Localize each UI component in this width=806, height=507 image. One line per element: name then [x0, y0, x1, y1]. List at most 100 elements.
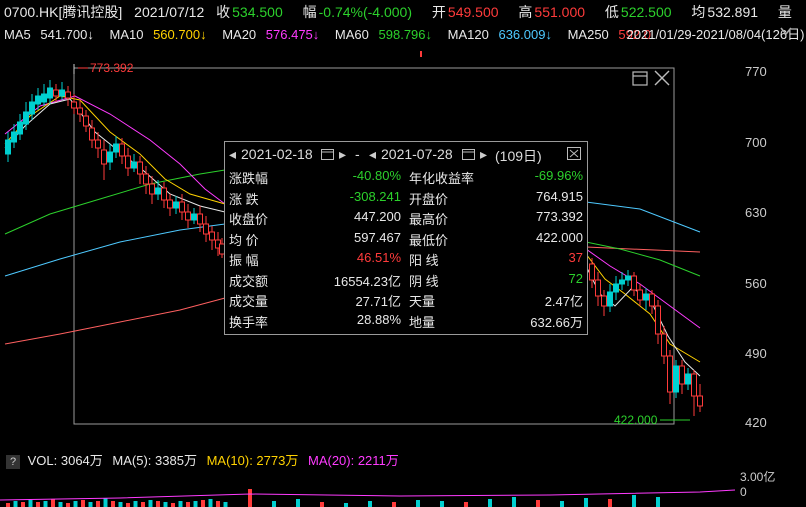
close-icon[interactable]: [567, 147, 581, 163]
candle-body: [691, 373, 697, 397]
stat-value: 46.51%: [356, 250, 401, 265]
stat-value: 28.88%: [356, 311, 401, 327]
candle-body: [143, 173, 149, 185]
volume-bar: [320, 502, 324, 507]
vol-ma20: MA(20): 2211万: [307, 453, 399, 468]
volume-bar: [118, 502, 123, 507]
candle-body: [643, 293, 649, 301]
next-start-icon[interactable]: ▸: [339, 146, 346, 163]
candle-body: [649, 293, 655, 307]
candle-body: [607, 291, 613, 307]
candle-body: [197, 213, 203, 225]
vol-value: VOL: 3064万: [27, 453, 103, 468]
stat-label: 最高价: [409, 212, 449, 227]
volume-bar: [186, 502, 190, 507]
volume-bar: [272, 501, 276, 507]
candle-body: [125, 155, 131, 169]
end-date[interactable]: 2021-07-28: [381, 146, 453, 162]
maximize-icon[interactable]: [632, 71, 648, 86]
volume-bar: [440, 501, 444, 507]
avg-label: 均 532.891: [691, 4, 759, 20]
candle-body: [661, 333, 667, 357]
volume-bar: [171, 503, 175, 507]
ma60-line-right: [585, 241, 701, 277]
candle-body: [601, 295, 607, 307]
change-label: 幅 -0.74%(-4.000): [302, 4, 413, 20]
candle-body: [101, 149, 107, 165]
stat-label: 成交额: [229, 273, 269, 289]
ma-legend: MA5 541.700↓ MA10 560.700↓ MA20 576.475↓…: [4, 24, 806, 42]
date-separator: -: [355, 146, 360, 162]
ma60-item: MA60 598.796↓: [334, 27, 433, 42]
help-icon[interactable]: ?: [6, 455, 20, 469]
prev-start-icon[interactable]: ◂: [229, 146, 236, 163]
candle-body: [47, 87, 53, 99]
candle-body: [53, 89, 59, 97]
candle-body: [107, 151, 113, 163]
candle-body: [29, 101, 35, 115]
candle-body: [209, 231, 215, 241]
stat-value: 422.000: [536, 229, 583, 245]
high-value: 551.000: [534, 4, 586, 20]
ma10-item: MA10 560.700↓: [109, 27, 207, 42]
prev-end-icon[interactable]: ◂: [369, 146, 376, 163]
volume-bar: [36, 502, 40, 507]
stat-value: 2.47亿: [544, 294, 583, 309]
stat-value: 447.200: [354, 209, 401, 224]
candle-body: [35, 95, 41, 105]
calendar-icon[interactable]: [462, 147, 475, 163]
candle-body: [119, 143, 125, 157]
candle-body: [191, 213, 197, 221]
candle-body: [679, 365, 685, 385]
quote-date: 2021/07/12: [134, 4, 205, 20]
vol-ma10: MA(10): 2773万: [206, 453, 299, 468]
stat-value: 773.392: [536, 209, 583, 224]
volume-bar: [96, 501, 100, 507]
ma5-value: 541.700↓: [40, 27, 94, 42]
stock-code-name[interactable]: 0700.HK[腾讯控股]: [4, 4, 122, 20]
candle-body: [673, 365, 679, 393]
min-price-marker: 422.000: [614, 413, 658, 427]
volume-bar: [148, 500, 153, 507]
change-value: -0.74%(-4.000): [318, 4, 413, 20]
max-price-marker: 773.392: [90, 61, 134, 75]
close-value: 534.500: [232, 4, 283, 20]
ma20-value: 576.475↓: [265, 27, 320, 42]
stat-value: 27.71亿: [355, 294, 401, 309]
low-label: 低 522.500: [604, 4, 672, 20]
candle-body: [637, 289, 643, 301]
stat-label: 阴 线: [409, 273, 439, 289]
volume-bar: [216, 501, 220, 507]
candle-body: [137, 161, 143, 175]
candle-body: [59, 89, 65, 97]
stat-value: -40.80%: [352, 168, 401, 183]
calendar-icon[interactable]: [321, 147, 334, 163]
candle-body: [95, 139, 101, 149]
stat-label: 成交量: [229, 294, 269, 309]
candle-body: [589, 263, 595, 281]
volume-bar: [73, 501, 78, 507]
volume-bar: [193, 501, 198, 507]
y-tick: 490: [745, 346, 767, 361]
chevron-down-icon[interactable]: [780, 24, 792, 39]
start-date[interactable]: 2021-02-18: [241, 146, 313, 162]
volume-bar: [156, 501, 160, 507]
stat-value: -69.96%: [534, 168, 583, 183]
stat-value: 597.467: [354, 229, 401, 245]
volume-bar: [88, 502, 93, 507]
ma10-value: 560.700↓: [153, 27, 207, 42]
stat-value: 72: [568, 270, 583, 286]
volume-bar: [21, 502, 25, 507]
ma120-value: 636.009↓: [498, 27, 552, 42]
ma5-item: MA5 541.700↓: [4, 27, 94, 42]
vol-axis-bottom: 0: [740, 485, 747, 499]
day-count: (109日): [495, 148, 542, 164]
avg-value: 532.891: [707, 4, 759, 20]
candle-body: [625, 275, 631, 281]
close-icon[interactable]: [654, 70, 670, 86]
next-end-icon[interactable]: ▸: [480, 146, 487, 163]
volume-bar: [51, 499, 55, 507]
volume-bar: [66, 503, 70, 507]
volume-bar: [28, 500, 33, 507]
volume-bar: [560, 501, 564, 507]
